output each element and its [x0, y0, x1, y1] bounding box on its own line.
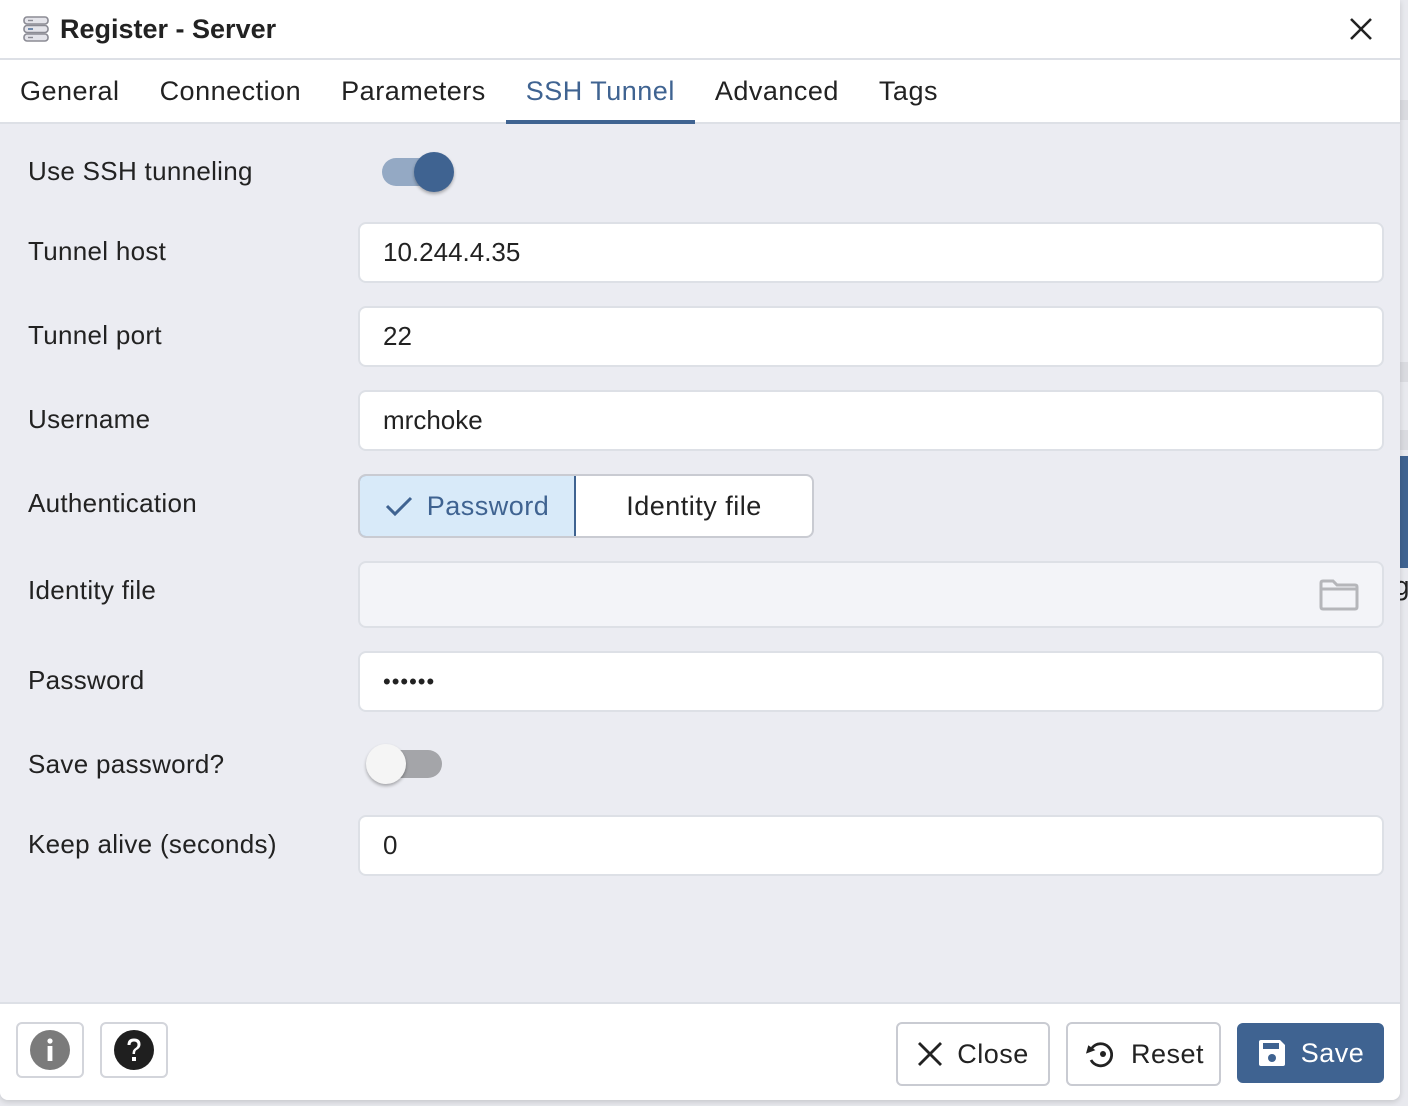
- toggle-knob: [366, 744, 406, 784]
- server-icon: [23, 16, 49, 42]
- background-strip: [1400, 100, 1408, 120]
- info-icon: [30, 1030, 70, 1070]
- tunnel-host-input[interactable]: 10.244.4.35: [358, 222, 1384, 283]
- keep-alive-label: Keep alive (seconds): [28, 829, 277, 859]
- save-password-label: Save password?: [28, 749, 225, 779]
- identity-file-label: Identity file: [28, 575, 157, 605]
- tab-general[interactable]: General: [0, 60, 140, 122]
- dialog-footer: Close Reset Save: [0, 1002, 1400, 1100]
- use-ssh-tunneling-label: Use SSH tunneling: [28, 156, 253, 186]
- background-strip: [1400, 430, 1408, 450]
- password-label: Password: [28, 665, 145, 695]
- auth-option-password-label: Password: [426, 490, 550, 521]
- reset-button-label: Reset: [1130, 1038, 1205, 1069]
- save-button[interactable]: Save: [1237, 1023, 1384, 1083]
- tab-parameters[interactable]: Parameters: [321, 60, 506, 122]
- tab-tags[interactable]: Tags: [859, 60, 958, 122]
- close-icon: [918, 1042, 943, 1066]
- toggle-knob: [414, 152, 454, 192]
- save-button-label: Save: [1300, 1037, 1365, 1068]
- tunnel-host-label: Tunnel host: [28, 236, 167, 266]
- close-icon[interactable]: [1346, 14, 1376, 44]
- username-label: Username: [28, 404, 151, 434]
- use-ssh-tunneling-toggle[interactable]: [378, 148, 454, 192]
- help-icon: [114, 1030, 154, 1070]
- reset-button[interactable]: Reset: [1066, 1022, 1221, 1086]
- check-icon: [385, 496, 412, 517]
- tab-connection[interactable]: Connection: [140, 60, 322, 122]
- tunnel-port-label: Tunnel port: [28, 320, 162, 350]
- username-input[interactable]: mrchoke: [358, 390, 1384, 451]
- identity-file-input[interactable]: [358, 561, 1384, 628]
- dialog-titlebar: Register - Server: [0, 0, 1400, 60]
- password-input[interactable]: ••••••: [358, 651, 1384, 712]
- dialog-title: Register - Server: [60, 13, 277, 44]
- keep-alive-input[interactable]: 0: [358, 815, 1384, 876]
- authentication-label: Authentication: [28, 488, 197, 518]
- background-selected-row: [1400, 456, 1408, 568]
- tab-advanced[interactable]: Advanced: [695, 60, 859, 122]
- authentication-toggle-group: Password Identity file: [358, 474, 814, 538]
- save-icon: [1258, 1040, 1285, 1066]
- close-button-label: Close: [957, 1038, 1029, 1069]
- background-strip: [1400, 362, 1408, 382]
- register-server-dialog: Register - Server General Connection Par…: [0, 0, 1400, 1100]
- info-button[interactable]: [16, 1022, 84, 1078]
- tunnel-port-input[interactable]: 22: [358, 306, 1384, 367]
- tab-ssh-tunnel[interactable]: SSH Tunnel: [505, 60, 695, 124]
- tab-bar: General Connection Parameters SSH Tunnel…: [0, 60, 1400, 124]
- folder-icon[interactable]: [1318, 578, 1360, 612]
- reset-icon: [1085, 1042, 1114, 1068]
- help-button[interactable]: [100, 1022, 168, 1078]
- close-button[interactable]: Close: [896, 1022, 1050, 1086]
- auth-option-password[interactable]: Password: [360, 476, 576, 536]
- save-password-toggle[interactable]: [366, 740, 442, 784]
- auth-option-identity-file[interactable]: Identity file: [576, 476, 812, 536]
